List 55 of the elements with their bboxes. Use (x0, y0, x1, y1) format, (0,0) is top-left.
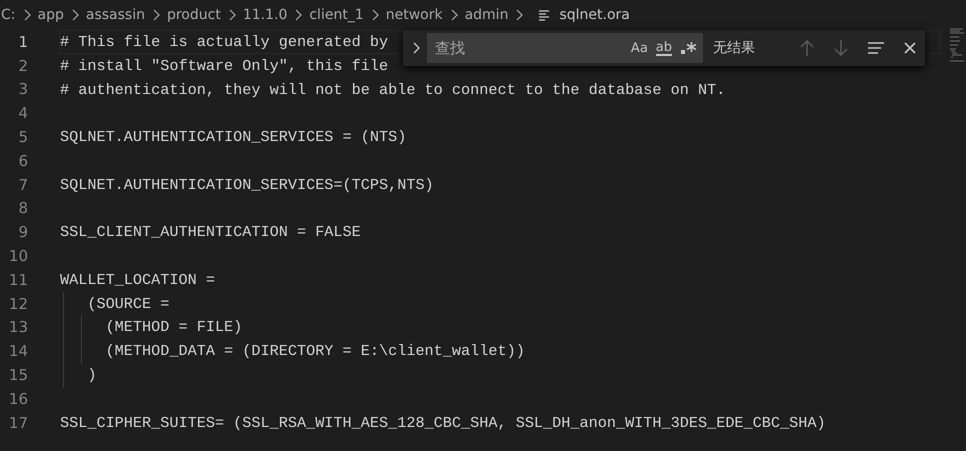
line-number: 6 (17, 152, 28, 170)
line-number: 9 (17, 223, 28, 242)
code-line: # authentication, they will not be able to connect to the database on NT. (60, 80, 726, 98)
chevron-icon (294, 9, 302, 21)
code-line: WALLET_LOCATION = (60, 270, 215, 289)
match-case-toggle[interactable]: Aa (630, 40, 648, 56)
code-line: ) (86, 366, 96, 384)
breadcrumb-item[interactable]: product (166, 7, 221, 23)
chevron-icon[interactable] (411, 41, 421, 55)
breadcrumb-item[interactable]: C: (1, 7, 16, 23)
line-number: 1 (17, 32, 28, 51)
breadcrumb-item[interactable]: assassin (86, 7, 145, 23)
breadcrumb-item[interactable]: 11.1.0 (242, 7, 288, 23)
breadcrumb-item[interactable]: network (386, 7, 443, 23)
line-number: 10 (8, 247, 28, 266)
line-number: 7 (17, 176, 28, 194)
line-number: 4 (17, 104, 28, 122)
line-number: 12 (8, 294, 28, 313)
breadcrumb-item[interactable]: app (38, 7, 64, 23)
line-number: 8 (17, 199, 28, 218)
code-line: (METHOD_DATA = (DIRECTORY = E:\client_wallet)) (104, 342, 525, 360)
line-number: 5 (17, 128, 28, 146)
result-text: 无结果 (713, 39, 755, 57)
code-line: (SOURCE = (86, 294, 170, 313)
line-number: 17 (8, 414, 28, 432)
breadcrumb-item[interactable]: sqlnet.ora (559, 7, 630, 23)
chevron-icon (22, 9, 30, 21)
regex-icon[interactable] (680, 41, 697, 55)
code-line: SQLNET.AUTHENTICATION_SERVICES=(TCPS,NTS) (60, 176, 434, 194)
code-line: SSL_CLIENT_AUTHENTICATION = FALSE (60, 223, 361, 242)
chevron-icon (152, 9, 160, 21)
chevron-icon (515, 9, 524, 21)
code-line: SQLNET.AUTHENTICATION_SERVICES = (NTS) (60, 128, 406, 146)
code-line: # This file is actually generated by (60, 32, 388, 51)
line-number: 15 (8, 366, 28, 384)
line-number: 3 (17, 80, 28, 98)
chevron-icon (370, 9, 379, 21)
code-line: (METHOD = FILE) (104, 318, 242, 336)
line-number: 2 (17, 56, 28, 75)
whole-word-toggle[interactable]: ab (656, 40, 672, 56)
chevron-icon (228, 9, 236, 21)
line-number: 16 (8, 390, 28, 408)
file-lines-icon (538, 9, 550, 21)
breadcrumb-item[interactable]: admin (464, 7, 508, 23)
close-icon[interactable] (903, 41, 917, 55)
line-number: 14 (8, 342, 28, 360)
line-number: 11 (8, 270, 28, 289)
chevron-icon (70, 9, 79, 21)
menu-icon[interactable] (867, 41, 885, 55)
code-line: SSL_CIPHER_SUITES= (SSL_RSA_WITH_AES_128_CBC_SHA, SSL_DH_anon_WITH_3DES_EDE_CBC_SHA) (60, 414, 826, 432)
chevron-icon (450, 9, 458, 21)
find-input-field[interactable]: 查找 Aa ab (427, 33, 703, 63)
line-number: 13 (8, 318, 28, 336)
breadcrumb-item[interactable]: client_1 (309, 7, 364, 23)
code-line: # install "Software Only", this file (60, 56, 388, 75)
